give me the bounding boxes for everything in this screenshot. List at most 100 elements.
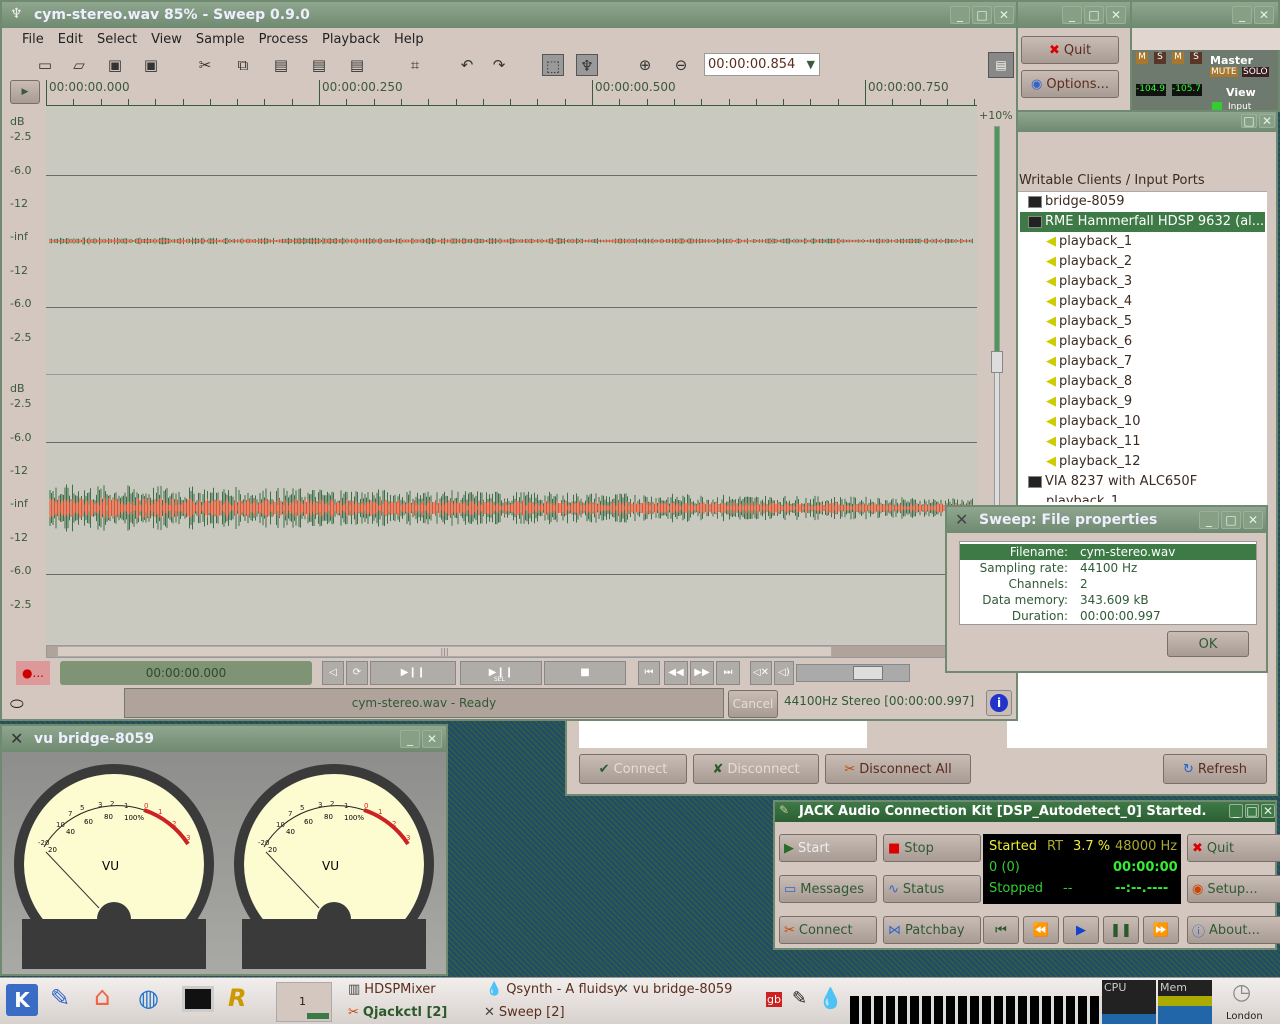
- port-item[interactable]: ◀ playback_10: [1020, 412, 1140, 432]
- record-button[interactable]: ●...: [16, 661, 50, 685]
- gain-slider-handle[interactable]: [991, 351, 1003, 373]
- menu-sample[interactable]: Sample: [196, 32, 245, 47]
- rewind-button[interactable]: ⏪: [1023, 916, 1059, 944]
- volume-slider[interactable]: [796, 664, 910, 682]
- play-button[interactable]: ▶: [1063, 916, 1099, 944]
- maximize-button[interactable]: □: [1245, 804, 1259, 818]
- port-item[interactable]: ◀ playback_1: [1020, 232, 1132, 252]
- close-button[interactable]: ✕: [1259, 114, 1275, 128]
- maximize-button[interactable]: □: [1221, 511, 1241, 529]
- maximize-button[interactable]: □: [1084, 6, 1104, 24]
- close-button[interactable]: ✕: [994, 6, 1014, 24]
- patchbay-button[interactable]: ⋈ Patchbay: [883, 916, 981, 944]
- minimize-button[interactable]: _: [1232, 6, 1252, 24]
- forward-button[interactable]: ▶▶: [690, 661, 714, 685]
- start-button[interactable]: ▶ Start: [779, 834, 877, 862]
- close-button[interactable]: ✕: [1261, 804, 1275, 818]
- port-item[interactable]: ◀ playback_7: [1020, 352, 1132, 372]
- save-button[interactable]: ▣: [104, 54, 126, 76]
- close-button[interactable]: ✕: [422, 730, 442, 748]
- position-field[interactable]: 00:00:00.854 ▼: [704, 53, 820, 76]
- forward-end-button[interactable]: ⏭: [716, 661, 740, 685]
- task-0[interactable]: ▥ HDSPMixer: [348, 982, 436, 997]
- cancel-button[interactable]: Cancel: [728, 690, 778, 718]
- task-2[interactable]: ✕ vu bridge-8059: [618, 982, 732, 997]
- minimize-button[interactable]: _: [950, 6, 970, 24]
- port-item[interactable]: ◀ playback_9: [1020, 392, 1132, 412]
- menu-select[interactable]: Select: [97, 32, 137, 47]
- port-item[interactable]: ◀ playback_11: [1020, 432, 1140, 452]
- scrub-tool-button[interactable]: ♆: [576, 54, 598, 76]
- port-item[interactable]: ◀ playback_3: [1020, 272, 1132, 292]
- play-marker-button[interactable]: ▶: [10, 80, 40, 104]
- cut-button[interactable]: ✂: [194, 54, 216, 76]
- qsynth-tray-icon[interactable]: 💧: [818, 986, 843, 1010]
- menu-file[interactable]: File: [22, 32, 44, 47]
- master-mute[interactable]: MUTE: [1210, 67, 1238, 77]
- paste-xfade-button[interactable]: ▤: [346, 54, 368, 76]
- task-3[interactable]: ✂ Qjackctl [2]: [348, 1005, 447, 1020]
- save-as-button[interactable]: ▣: [140, 54, 162, 76]
- refresh-button[interactable]: ↻ Refresh: [1163, 754, 1267, 784]
- browser-icon[interactable]: ◍: [138, 984, 159, 1012]
- pause-button[interactable]: ❚❚: [1103, 916, 1139, 944]
- loop-toggle[interactable]: ◁: [322, 661, 344, 685]
- master-solo[interactable]: SOLO: [1242, 67, 1269, 77]
- stop-button[interactable]: ■ Stop: [883, 834, 981, 862]
- zoom-in-button[interactable]: ⊕: [634, 54, 656, 76]
- undo-button[interactable]: ↶: [456, 54, 478, 76]
- menu-process[interactable]: Process: [259, 32, 308, 47]
- port-item[interactable]: ◀ playback_6: [1020, 332, 1132, 352]
- rewind-start-button[interactable]: ⏮: [638, 661, 660, 685]
- desktop-pager[interactable]: 1: [276, 982, 332, 1022]
- menu-help[interactable]: Help: [394, 32, 424, 47]
- close-button[interactable]: ✕: [1106, 6, 1126, 24]
- close-button[interactable]: ✕: [1243, 511, 1263, 529]
- disconnect-button[interactable]: ✘ Disconnect: [693, 754, 819, 784]
- client-item[interactable]: RME Hammerfall HDSP 9632 (al...: [1020, 212, 1265, 232]
- minimize-button[interactable]: _: [400, 730, 420, 748]
- port-item[interactable]: ◀ playback_2: [1020, 252, 1132, 272]
- port-item[interactable]: ◀ playback_8: [1020, 372, 1132, 392]
- minimize-button[interactable]: _: [1229, 804, 1243, 818]
- port-item[interactable]: ◀ playback_12: [1020, 452, 1140, 472]
- pen-icon[interactable]: ✎: [792, 988, 807, 1009]
- home-icon[interactable]: ⌂: [94, 982, 111, 1012]
- mute-ch1[interactable]: M: [1136, 52, 1148, 64]
- status-button[interactable]: ∿ Status: [883, 875, 981, 903]
- setup-button[interactable]: ◉ Setup...: [1187, 875, 1280, 903]
- options-button[interactable]: ◉ Options...: [1021, 70, 1119, 98]
- play-button[interactable]: ▶❙❙: [370, 661, 456, 685]
- port-item[interactable]: ◀ playback_5: [1020, 312, 1132, 332]
- quit-button[interactable]: ✖ Quit: [1021, 36, 1119, 64]
- info-button[interactable]: i: [986, 690, 1012, 716]
- port-item[interactable]: playback_1: [1020, 492, 1119, 502]
- close-button[interactable]: ✕: [1254, 6, 1274, 24]
- about-button[interactable]: ⓘ About...: [1187, 916, 1280, 944]
- new-button[interactable]: ▭: [34, 54, 56, 76]
- redo-button[interactable]: ↷: [488, 54, 510, 76]
- scrollbar-thumb[interactable]: |||: [57, 646, 832, 657]
- disconnect-all-button[interactable]: ✂ Disconnect All: [825, 754, 971, 784]
- minimize-button[interactable]: _: [1062, 6, 1082, 24]
- minimize-button[interactable]: _: [1199, 511, 1219, 529]
- editor-icon[interactable]: ✎: [50, 984, 70, 1012]
- menu-edit[interactable]: Edit: [58, 32, 83, 47]
- task-1[interactable]: 💧 Qsynth - A fluidsy: [486, 982, 621, 997]
- mute-ch2[interactable]: M: [1172, 52, 1184, 64]
- menu-view[interactable]: View: [151, 32, 182, 47]
- horizontal-scrollbar[interactable]: |||: [46, 645, 977, 658]
- menu-playback[interactable]: Playback: [322, 32, 380, 47]
- chevron-down-icon[interactable]: ▼: [807, 54, 815, 75]
- client-item[interactable]: bridge-8059: [1020, 192, 1125, 212]
- zoom-out-button[interactable]: ⊖: [670, 54, 692, 76]
- view-toggle-button[interactable]: ▤: [988, 52, 1014, 78]
- maximize-button[interactable]: □: [1241, 114, 1257, 128]
- copy-button[interactable]: ⧉: [232, 54, 254, 76]
- rewind-start-button[interactable]: ⏮: [983, 916, 1019, 944]
- select-tool-button[interactable]: ⬚: [542, 54, 564, 76]
- messages-button[interactable]: ▭ Messages: [779, 875, 877, 903]
- maximize-button[interactable]: □: [972, 6, 992, 24]
- ok-button[interactable]: OK: [1167, 631, 1249, 657]
- quit-button[interactable]: ✖ Quit: [1187, 834, 1280, 862]
